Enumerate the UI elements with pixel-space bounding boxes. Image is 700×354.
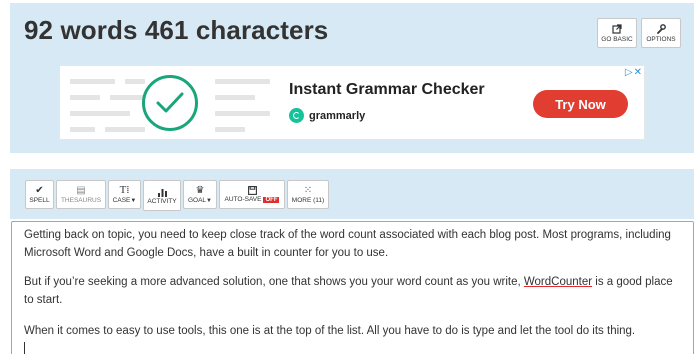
options-button[interactable]: OPTIONS <box>641 18 681 48</box>
go-basic-label: GO BASIC <box>601 35 633 43</box>
external-link-icon <box>612 23 622 34</box>
try-now-button[interactable]: Try Now <box>533 90 628 118</box>
ad-choices[interactable]: ▷ ✕ <box>625 68 642 78</box>
spellcheck-flagged-word[interactable]: WordCounter <box>524 276 592 288</box>
more-label: MORE (11) <box>291 197 325 204</box>
ad-headline: Instant Grammar Checker <box>289 81 485 98</box>
editor-toolbar: ✔ SPELL ▤ THESAURUS T⁞ CASE▼ ACTIVITY ♛ … <box>10 169 694 219</box>
ad-close-icon[interactable]: ✕ <box>634 68 642 78</box>
options-label: OPTIONS <box>646 35 676 43</box>
save-disk-icon <box>247 186 257 195</box>
bar-chart-icon <box>157 188 167 197</box>
text-cursor <box>24 342 25 354</box>
editor-paragraph: When it comes to easy to use tools, this… <box>24 325 636 337</box>
text-case-icon: T⁞ <box>119 184 130 196</box>
thesaurus-label: THESAURUS <box>60 197 102 204</box>
editor-paragraph: Getting back on topic, you need to keep … <box>24 229 671 259</box>
goal-label: GOAL <box>187 197 207 204</box>
auto-save-label-wrap: AUTO-SAVE OFF <box>225 196 280 203</box>
case-label: CASE <box>112 197 131 204</box>
checkmark-icon: ✔ <box>35 185 44 196</box>
ad-info-icon[interactable]: ▷ <box>625 68 633 78</box>
goal-label-wrap: GOAL▼ <box>188 197 212 204</box>
ad-brand: grammarly <box>289 108 365 123</box>
spell-label: SPELL <box>29 197 50 204</box>
spell-button[interactable]: ✔ SPELL <box>25 180 54 209</box>
grammarly-logo-icon <box>289 108 304 123</box>
word-character-count: 92 words 461 characters <box>24 15 329 45</box>
editor-paragraph: But if you’re seeking a more advanced so… <box>24 274 684 309</box>
auto-save-label: AUTO-SAVE <box>224 196 262 203</box>
auto-save-button[interactable]: AUTO-SAVE OFF <box>219 180 285 209</box>
book-icon: ▤ <box>76 185 86 196</box>
activity-label: ACTIVITY <box>147 197 177 205</box>
case-chevron-down-icon: ▼ <box>130 198 137 204</box>
activity-button[interactable]: ACTIVITY <box>143 180 181 211</box>
paragraph-text: But if you’re seeking a more advanced so… <box>24 276 524 288</box>
goal-button[interactable]: ♛ GOAL▼ <box>183 180 217 209</box>
case-button[interactable]: T⁞ CASE▼ <box>108 180 141 209</box>
word-count-header: 92 words 461 characters GO BASIC OPTIONS <box>10 3 694 153</box>
ad-brand-name: grammarly <box>309 109 366 122</box>
grammarly-ad-banner[interactable]: Instant Grammar Checker grammarly Try No… <box>59 65 645 140</box>
grid-icon: ⁙ <box>303 185 313 196</box>
auto-save-status-badge: OFF <box>263 197 280 203</box>
trophy-icon: ♛ <box>195 185 205 196</box>
goal-chevron-down-icon: ▼ <box>206 198 212 204</box>
case-label-wrap: CASE▼ <box>113 197 137 204</box>
wrench-icon <box>657 23 666 34</box>
more-button[interactable]: ⁙ MORE (11) <box>287 180 329 209</box>
text-editor[interactable]: Getting back on topic, you need to keep … <box>11 221 694 354</box>
thesaurus-button[interactable]: ▤ THESAURUS <box>56 180 106 209</box>
go-basic-button[interactable]: GO BASIC <box>597 18 637 48</box>
checkmark-circle-icon <box>142 75 198 131</box>
